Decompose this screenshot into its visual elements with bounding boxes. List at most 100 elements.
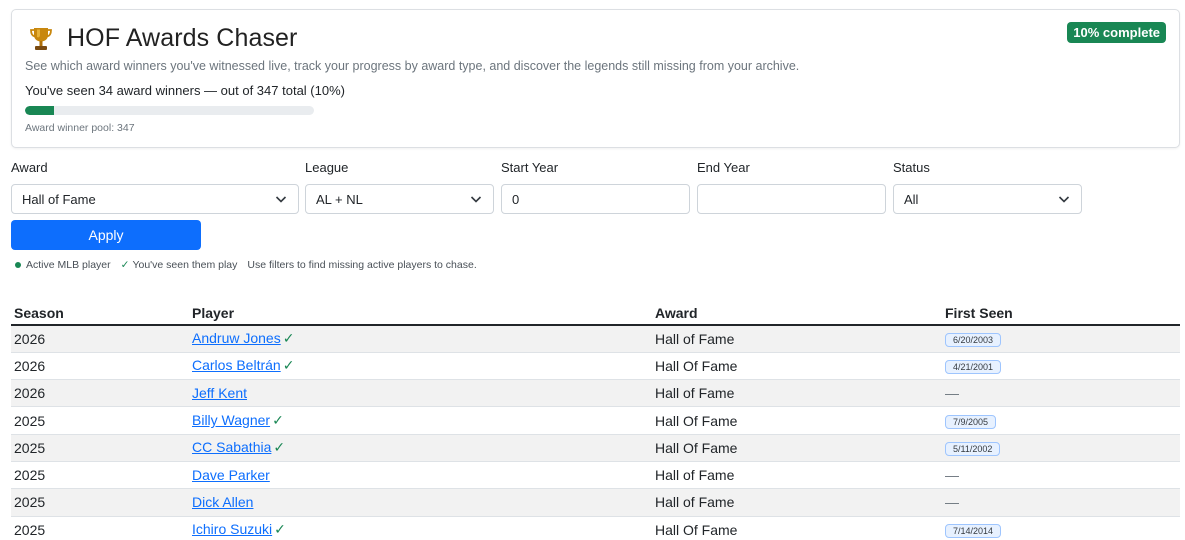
player-cell: Carlos Beltrán ✓ xyxy=(189,352,652,381)
chevron-down-icon xyxy=(275,196,287,203)
player-cell: CC Sabathia ✓ xyxy=(189,434,652,462)
end-year-label: End Year xyxy=(697,160,750,175)
start-year-label: Start Year xyxy=(501,160,559,175)
start-year-input[interactable]: 0 xyxy=(501,184,690,214)
award-label: Award xyxy=(11,160,48,175)
seen-check-icon: ✓ xyxy=(274,521,286,538)
first-seen-date-badge: 4/21/2001 xyxy=(945,360,1002,375)
first-seen-empty: — xyxy=(945,494,959,511)
first-seen-cell: — xyxy=(942,379,1180,408)
column-header-award[interactable]: Award xyxy=(652,302,942,326)
player-link[interactable]: Billy Wagner xyxy=(192,412,270,428)
first-seen-date-badge: 7/14/2014 xyxy=(945,524,1002,539)
start-year-value: 0 xyxy=(512,191,520,207)
chevron-down-icon xyxy=(1058,196,1070,203)
first-seen-date-badge: 6/20/2003 xyxy=(945,333,1002,348)
first-seen-date-badge: 5/11/2002 xyxy=(945,442,1001,457)
first-seen-cell: — xyxy=(942,488,1180,517)
player-link[interactable]: Jeff Kent xyxy=(192,385,247,401)
player-link[interactable]: Carlos Beltrán xyxy=(192,357,281,373)
first-seen-cell: — xyxy=(942,461,1180,490)
player-cell: Jeff Kent xyxy=(189,379,652,408)
table-row: 2025 CC Sabathia ✓ Hall Of Fame 5/11/2002 xyxy=(11,434,1180,462)
award-select[interactable]: Hall of Fame xyxy=(11,184,299,214)
league-select-value: AL + NL xyxy=(316,191,363,207)
chevron-down-icon xyxy=(470,196,482,203)
season-cell: 2026 xyxy=(11,379,189,408)
column-header-first-seen[interactable]: First Seen xyxy=(942,302,1180,326)
status-select[interactable]: All xyxy=(893,184,1082,214)
title-row: HOF Awards Chaser xyxy=(29,24,297,53)
seen-check-icon: ✓ xyxy=(273,439,286,456)
award-cell: Hall of Fame xyxy=(652,379,942,408)
season-cell: 2025 xyxy=(11,406,189,435)
player-cell: Ichiro Suzuki ✓ xyxy=(189,516,652,540)
player-cell: Andruw Jones ✓ xyxy=(189,325,652,353)
first-seen-cell: 6/20/2003 xyxy=(942,325,1180,353)
player-link[interactable]: CC Sabathia xyxy=(192,439,271,455)
end-year-filter: End Year xyxy=(697,160,886,214)
table-row: 2025 Dick Allen Hall of Fame — xyxy=(11,488,1180,517)
completion-badge: 10% complete xyxy=(1067,22,1166,43)
table-body: 2026 Andruw Jones ✓ Hall of Fame 6/20/2003 20… xyxy=(11,325,1180,540)
first-seen-date-badge: 7/9/2005 xyxy=(945,415,997,430)
first-seen-cell: 5/11/2002 xyxy=(942,434,1180,462)
season-cell: 2025 xyxy=(11,434,189,462)
pool-text: Award winner pool: 347 xyxy=(25,122,135,134)
award-cell: Hall of Fame xyxy=(652,325,942,353)
legend: Active MLB player ✓ You've seen them pla… xyxy=(15,259,477,271)
award-select-value: Hall of Fame xyxy=(22,191,96,207)
player-cell: Dave Parker xyxy=(189,461,652,490)
first-seen-empty: — xyxy=(945,467,959,484)
league-filter: League AL + NL xyxy=(305,160,494,214)
player-link[interactable]: Andruw Jones xyxy=(192,330,281,346)
season-cell: 2025 xyxy=(11,516,189,540)
award-cell: Hall of Fame xyxy=(652,461,942,490)
page-title: HOF Awards Chaser xyxy=(67,24,298,52)
season-cell: 2025 xyxy=(11,461,189,490)
legend-hint: Use filters to find missing active playe… xyxy=(247,259,477,271)
player-link[interactable]: Ichiro Suzuki xyxy=(192,521,272,537)
award-cell: Hall Of Fame xyxy=(652,516,942,540)
status-filter: Status All xyxy=(893,160,1082,214)
trophy-icon xyxy=(30,27,52,50)
first-seen-cell: 7/14/2014 xyxy=(942,516,1180,540)
award-cell: Hall of Fame xyxy=(652,488,942,517)
season-cell: 2025 xyxy=(11,488,189,517)
award-cell: Hall Of Fame xyxy=(652,406,942,435)
season-cell: 2026 xyxy=(11,352,189,381)
column-header-player[interactable]: Player xyxy=(189,302,652,326)
apply-button[interactable]: Apply xyxy=(11,220,201,250)
check-icon: ✓ xyxy=(120,259,130,271)
player-link[interactable]: Dick Allen xyxy=(192,494,253,510)
seen-check-icon: ✓ xyxy=(272,412,284,429)
season-cell: 2026 xyxy=(11,325,189,353)
end-year-input[interactable] xyxy=(697,184,886,214)
table-row: 2026 Andruw Jones ✓ Hall of Fame 6/20/2003 xyxy=(11,325,1180,353)
award-cell: Hall Of Fame xyxy=(652,434,942,462)
player-cell: Billy Wagner ✓ xyxy=(189,406,652,435)
status-select-value: All xyxy=(904,191,919,207)
active-dot-icon xyxy=(15,262,21,268)
table-row: 2026 Jeff Kent Hall of Fame — xyxy=(11,379,1180,408)
player-cell: Dick Allen xyxy=(189,488,652,517)
league-select[interactable]: AL + NL xyxy=(305,184,494,214)
awards-table: Season Player Award First Seen 2026 Andru… xyxy=(11,302,1180,540)
table-row: 2025 Dave Parker Hall of Fame — xyxy=(11,461,1180,490)
table-row: 2025 Ichiro Suzuki ✓ Hall Of Fame 7/14/2014 xyxy=(11,516,1180,540)
seen-check-icon: ✓ xyxy=(282,330,295,347)
table-row: 2025 Billy Wagner ✓ Hall Of Fame 7/9/2005 xyxy=(11,406,1180,435)
seen-summary: You've seen 34 award winners — out of 34… xyxy=(25,83,345,98)
award-filter: Award Hall of Fame xyxy=(11,160,299,214)
table-header-row: Season Player Award First Seen xyxy=(11,302,1180,326)
column-header-season[interactable]: Season xyxy=(11,302,189,326)
award-cell: Hall Of Fame xyxy=(652,352,942,381)
seen-check-icon: ✓ xyxy=(282,357,295,374)
legend-seen: You've seen them play xyxy=(132,259,238,271)
progress-bar xyxy=(25,106,314,115)
summary-card: HOF Awards Chaser 10% complete See which… xyxy=(11,9,1180,148)
legend-active: Active MLB player xyxy=(26,259,111,271)
progress-fill xyxy=(25,106,54,115)
player-link[interactable]: Dave Parker xyxy=(192,467,270,483)
table-row: 2026 Carlos Beltrán ✓ Hall Of Fame 4/21/2001 xyxy=(11,352,1180,381)
